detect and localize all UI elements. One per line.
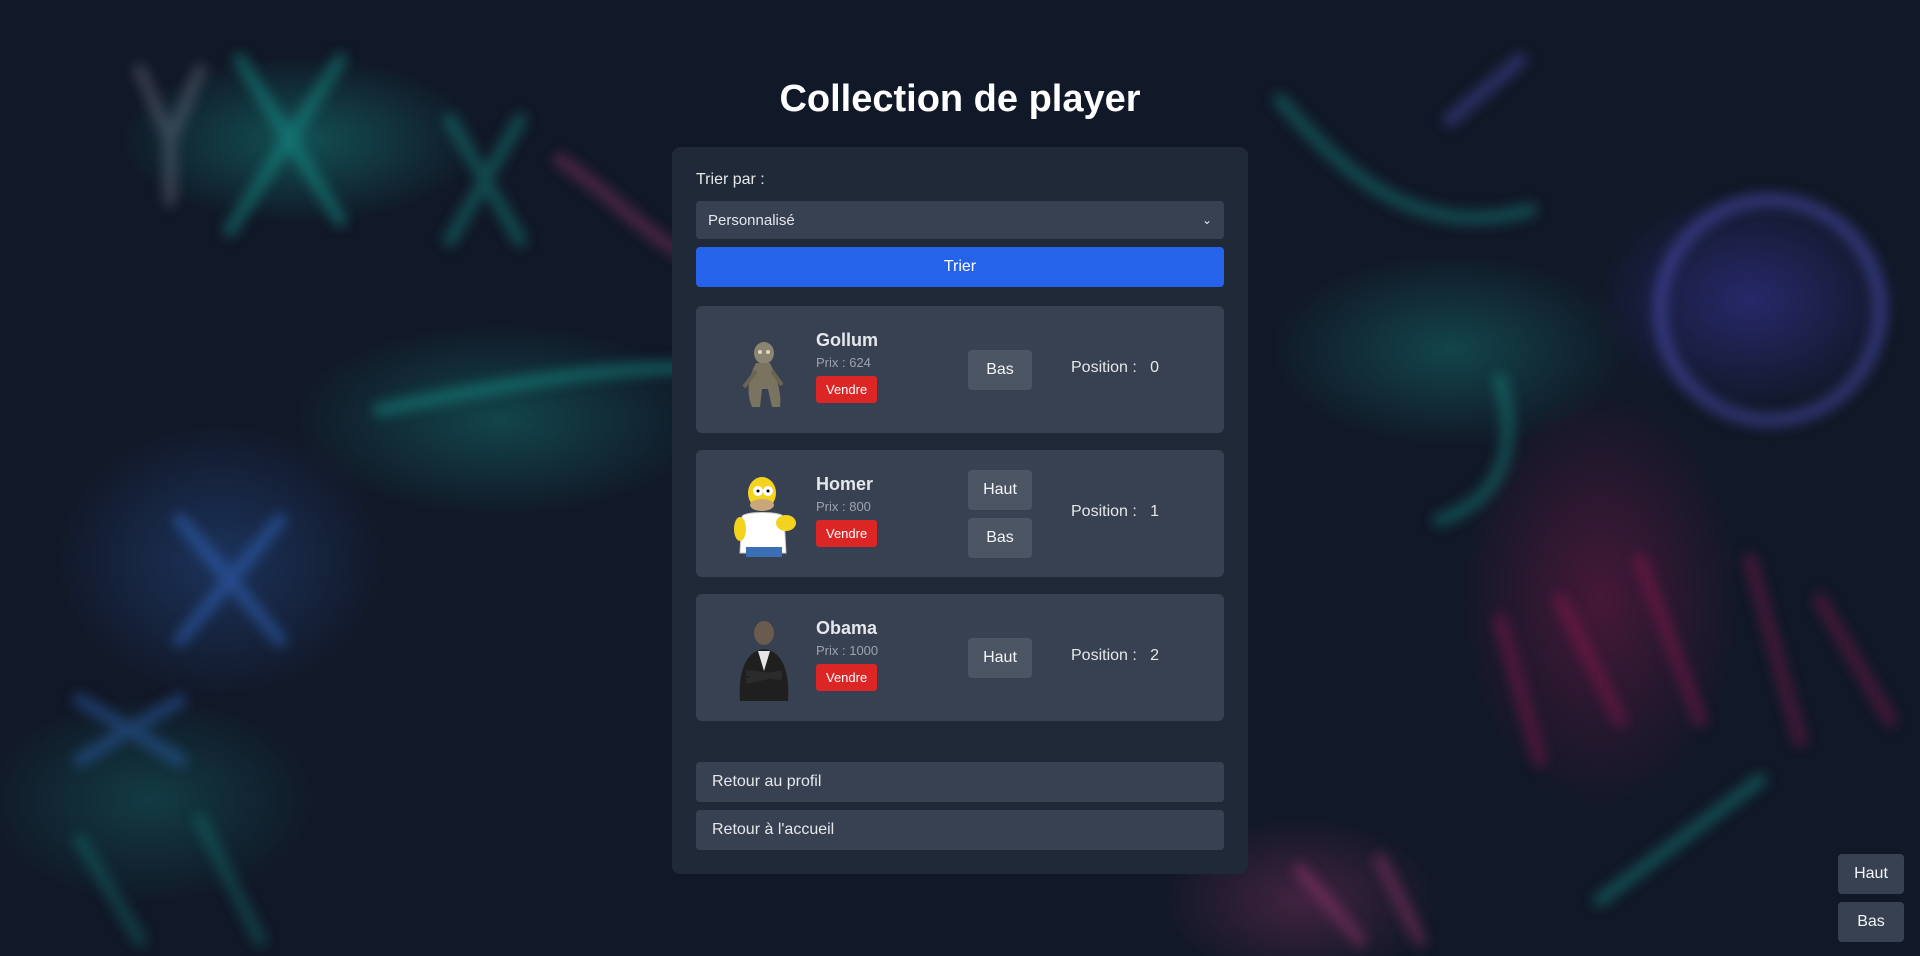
sell-button[interactable]: Vendre (816, 664, 878, 691)
position-value: 2 (1150, 647, 1160, 664)
move-down-button[interactable]: Bas (968, 518, 1032, 558)
player-name: Gollum (816, 330, 878, 350)
position-label: Position : (1071, 647, 1137, 664)
player-price: Prix : 624 (816, 355, 871, 370)
player-image-homer (734, 477, 796, 557)
sell-button[interactable]: Vendre (816, 376, 878, 403)
player-info: Gollum Prix : 624 Vendre (816, 330, 878, 403)
scroll-bottom-button[interactable]: Bas (1838, 902, 1904, 942)
sort-button[interactable]: Trier (696, 247, 1224, 287)
player-position: Position : 1 (1071, 503, 1159, 521)
player-card: Gollum Prix : 624 Vendre Bas Position : … (696, 306, 1224, 433)
sort-label: Trier par : (696, 171, 765, 188)
position-label: Position : (1071, 359, 1137, 376)
sort-select-value: Personnalisé (708, 211, 795, 229)
player-image-gollum (742, 342, 784, 407)
sell-button[interactable]: Vendre (816, 520, 878, 547)
scroll-top-button[interactable]: Haut (1838, 854, 1904, 894)
player-info: Homer Prix : 800 Vendre (816, 474, 878, 547)
player-image-obama (739, 621, 789, 701)
player-card: Obama Prix : 1000 Vendre Haut Position :… (696, 594, 1224, 721)
page-title: Collection de player (779, 78, 1141, 120)
player-card: Homer Prix : 800 Vendre Haut Bas Positio… (696, 450, 1224, 577)
position-value: 1 (1150, 503, 1160, 520)
position-value: 0 (1150, 359, 1160, 376)
player-position: Position : 0 (1071, 359, 1159, 377)
back-to-profile-button[interactable]: Retour au profil (696, 762, 1224, 802)
player-price: Prix : 800 (816, 499, 871, 514)
move-up-button[interactable]: Haut (968, 470, 1032, 510)
position-label: Position : (1071, 503, 1137, 520)
chevron-down-icon: ⌄ (1201, 213, 1212, 227)
back-to-home-button[interactable]: Retour à l'accueil (696, 810, 1224, 850)
sort-select[interactable]: Personnalisé ⌄ (696, 201, 1224, 239)
player-info: Obama Prix : 1000 Vendre (816, 618, 878, 691)
move-up-button[interactable]: Haut (968, 638, 1032, 678)
player-name: Obama (816, 618, 878, 638)
player-price: Prix : 1000 (816, 643, 879, 658)
player-position: Position : 2 (1071, 647, 1159, 665)
move-down-button[interactable]: Bas (968, 350, 1032, 390)
collection-panel: Trier par : Personnalisé ⌄ Trier Gollum … (672, 147, 1248, 874)
player-name: Homer (816, 474, 874, 494)
